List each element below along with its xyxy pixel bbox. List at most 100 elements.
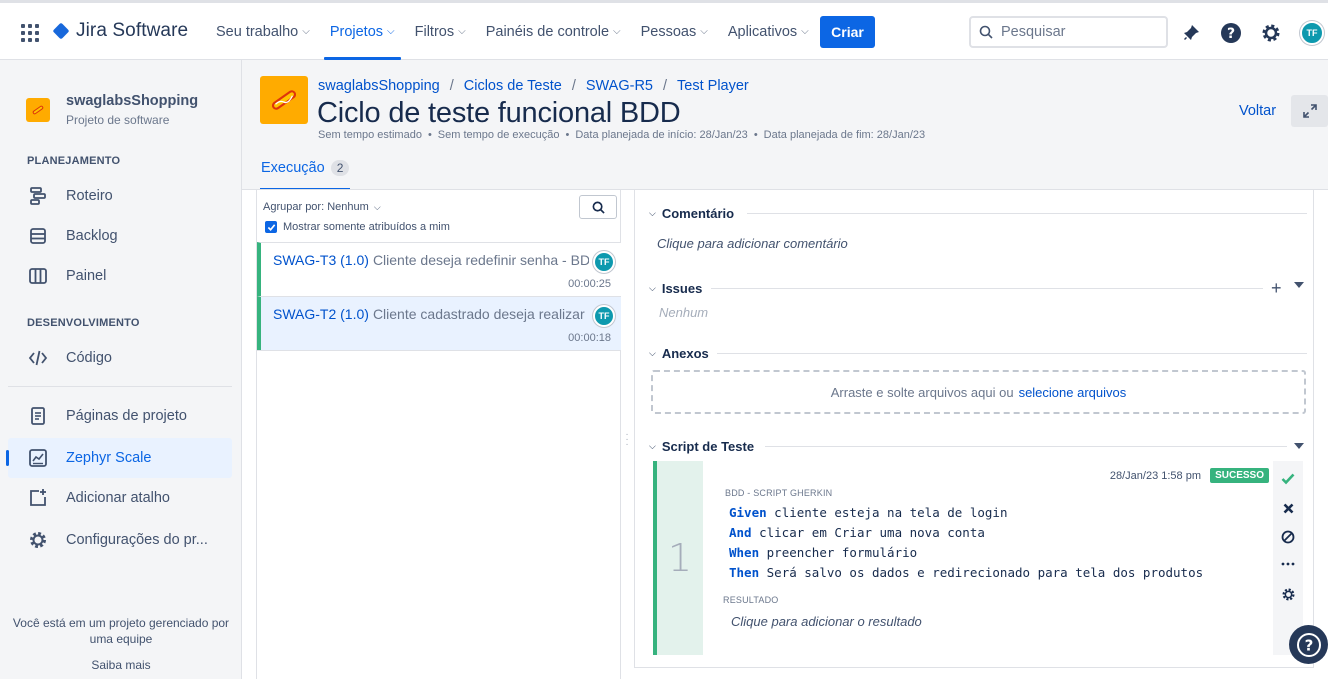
chevron-down-icon: ⌵ [649, 208, 656, 218]
search-input[interactable] [1001, 24, 1151, 40]
panel-resize-handle[interactable]: · · · [622, 430, 632, 450]
add-issue-icon[interactable]: + [1271, 278, 1282, 299]
result-placeholder[interactable]: Clique para adicionar o resultado [731, 614, 922, 629]
breadcrumb-test-player[interactable]: Test Player [677, 78, 749, 94]
sidebar-item-adicionar-atalho[interactable]: Adicionar atalho [8, 478, 232, 518]
chevron-down-icon: ⌵ [458, 26, 466, 37]
chevron-down-icon: ⌵ [302, 26, 310, 37]
step-settings-icon[interactable] [1279, 585, 1297, 603]
nav-seu-trabalho[interactable]: Seu trabalho ⌵ [206, 3, 320, 60]
breadcrumb-project[interactable]: swaglabsShopping [318, 78, 440, 94]
section-heading-development: DESENVOLVIMENTO [27, 317, 140, 329]
sidebar-item-label: Roteiro [66, 188, 113, 204]
more-options-icon[interactable] [1279, 555, 1297, 573]
chevron-down-icon: ⌵ [801, 26, 809, 37]
sidebar-item-configuracoes[interactable]: Configurações do pr... [8, 520, 232, 560]
apps-grid-icon[interactable] [21, 24, 39, 42]
nav-label: Pessoas [640, 23, 697, 40]
list-item[interactable]: SWAG-T2 (1.0) Cliente cadastrado deseja … [257, 296, 621, 350]
row-title: SWAG-T2 (1.0) Cliente cadastrado deseja … [269, 306, 589, 322]
sidebar-item-roteiro[interactable]: Roteiro [8, 176, 232, 216]
comment-section-toggle[interactable]: ⌵ Comentário [649, 206, 734, 221]
issues-empty-text: Nenhum [659, 305, 709, 320]
meta-dot: • [427, 129, 432, 141]
sidebar-item-painel[interactable]: Painel [8, 256, 232, 296]
tab-label: Execução [261, 160, 325, 176]
help-icon: ? [1296, 632, 1321, 657]
user-avatar[interactable]: TF [1300, 21, 1324, 45]
tab-execucao[interactable]: Execução 2 [260, 160, 351, 190]
assignee-avatar: TF [593, 251, 615, 273]
sidebar-item-paginas[interactable]: Páginas de projeto [8, 396, 232, 436]
row-description: Cliente cadastrado deseja realizar login [372, 306, 589, 322]
pass-check-icon[interactable] [1279, 470, 1297, 488]
dropzone-text: Arraste e solte arquivos aqui ou [830, 384, 1014, 400]
nav-projetos[interactable]: Projetos ⌵ [320, 3, 405, 60]
breadcrumb: swaglabsShopping / Ciclos de Teste / SWA… [318, 78, 749, 94]
settings-icon [27, 529, 49, 551]
only-mine-checkbox[interactable] [265, 221, 277, 233]
sidebar-item-codigo[interactable]: Código [8, 338, 232, 378]
comment-placeholder[interactable]: Clique para adicionar comentário [657, 236, 848, 251]
sidebar-item-backlog[interactable]: Backlog [8, 216, 232, 256]
script-menu-caret-icon[interactable] [1294, 443, 1304, 449]
back-button[interactable]: Voltar [1239, 103, 1276, 119]
pages-icon [27, 405, 49, 427]
search-box[interactable] [969, 16, 1168, 48]
gherkin-text: preencher formulário [766, 545, 918, 560]
row-time: 00:00:25 [568, 278, 611, 290]
issues-section-toggle[interactable]: ⌵ Issues [649, 281, 702, 296]
nav-paineis[interactable]: Painéis de controle ⌵ [476, 3, 631, 60]
chevron-down-icon: ⌵ [649, 441, 656, 451]
attachment-dropzone[interactable]: Arraste e solte arquivos aqui ou selecio… [651, 370, 1306, 414]
breadcrumb-separator: / [571, 78, 576, 94]
step-actions [1273, 461, 1303, 655]
fullscreen-button[interactable] [1291, 95, 1328, 127]
notifications-icon[interactable] [1180, 22, 1202, 44]
status-badge[interactable]: SUCESSO [1210, 468, 1269, 483]
fail-x-icon[interactable] [1279, 499, 1297, 517]
blocked-icon[interactable] [1279, 528, 1297, 546]
attachments-section-toggle[interactable]: ⌵ Anexos [649, 346, 709, 361]
step-number: 1 [657, 461, 703, 655]
execution-detail-panel: ⌵ Comentário Clique para adicionar comen… [634, 190, 1314, 668]
create-button[interactable]: Criar [820, 16, 875, 48]
chevron-down-icon: ⌵ [613, 26, 621, 37]
list-search-button[interactable] [579, 195, 617, 219]
select-files-link[interactable]: selecione arquivos [1019, 385, 1127, 400]
list-item[interactable]: SWAG-T3 (1.0) Cliente deseja redefinir s… [257, 242, 621, 296]
gherkin-keyword: Then [729, 565, 760, 580]
nav-aplicativos[interactable]: Aplicativos ⌵ [718, 3, 819, 60]
row-title: SWAG-T3 (1.0) Cliente deseja redefinir s… [269, 252, 589, 268]
meta-start-date: Data planejada de início: 28/Jan/23 [575, 129, 748, 141]
row-time: 00:00:18 [568, 332, 611, 344]
nav-pessoas[interactable]: Pessoas ⌵ [631, 3, 718, 60]
settings-icon[interactable] [1260, 22, 1282, 44]
script-section-toggle[interactable]: ⌵ Script de Teste [649, 439, 754, 454]
learn-more-link[interactable]: Saiba mais [0, 658, 242, 672]
sidebar-item-zephyr-scale[interactable]: Zephyr Scale [6, 438, 232, 478]
issues-heading: Issues [661, 281, 703, 296]
section-heading-planning: PLANEJAMENTO [27, 155, 121, 167]
checkmark-icon [267, 223, 275, 231]
help-icon[interactable]: ? [1220, 22, 1242, 44]
jira-logo[interactable]: Jira Software [52, 20, 188, 42]
group-by-dropdown[interactable]: Agrupar por: Nenhum ⌵ [263, 201, 381, 213]
add-shortcut-icon [27, 487, 49, 509]
breadcrumb-test-cycles[interactable]: Ciclos de Teste [464, 78, 562, 94]
section-divider [747, 213, 1307, 214]
page-title: Ciclo de teste funcional BDD [317, 97, 681, 129]
only-mine-checkbox-row[interactable]: Mostrar somente atribuídos a mim [265, 221, 450, 233]
project-name[interactable]: swaglabsShopping [66, 93, 198, 109]
search-icon [592, 201, 605, 214]
project-avatar-icon[interactable] [26, 98, 50, 122]
floating-help-button[interactable]: ? [1289, 625, 1328, 664]
assignee-avatar: TF [593, 305, 615, 327]
nav-filtros[interactable]: Filtros ⌵ [405, 3, 476, 60]
breadcrumb-separator: / [449, 78, 454, 94]
breadcrumb-cycle-key[interactable]: SWAG-R5 [586, 78, 653, 94]
list-end-divider [257, 350, 621, 351]
issues-menu-caret-icon[interactable] [1294, 282, 1304, 288]
meta-end-date: Data planejada de fim: 28/Jan/23 [763, 129, 926, 141]
chevron-down-icon: ⌵ [649, 348, 656, 358]
